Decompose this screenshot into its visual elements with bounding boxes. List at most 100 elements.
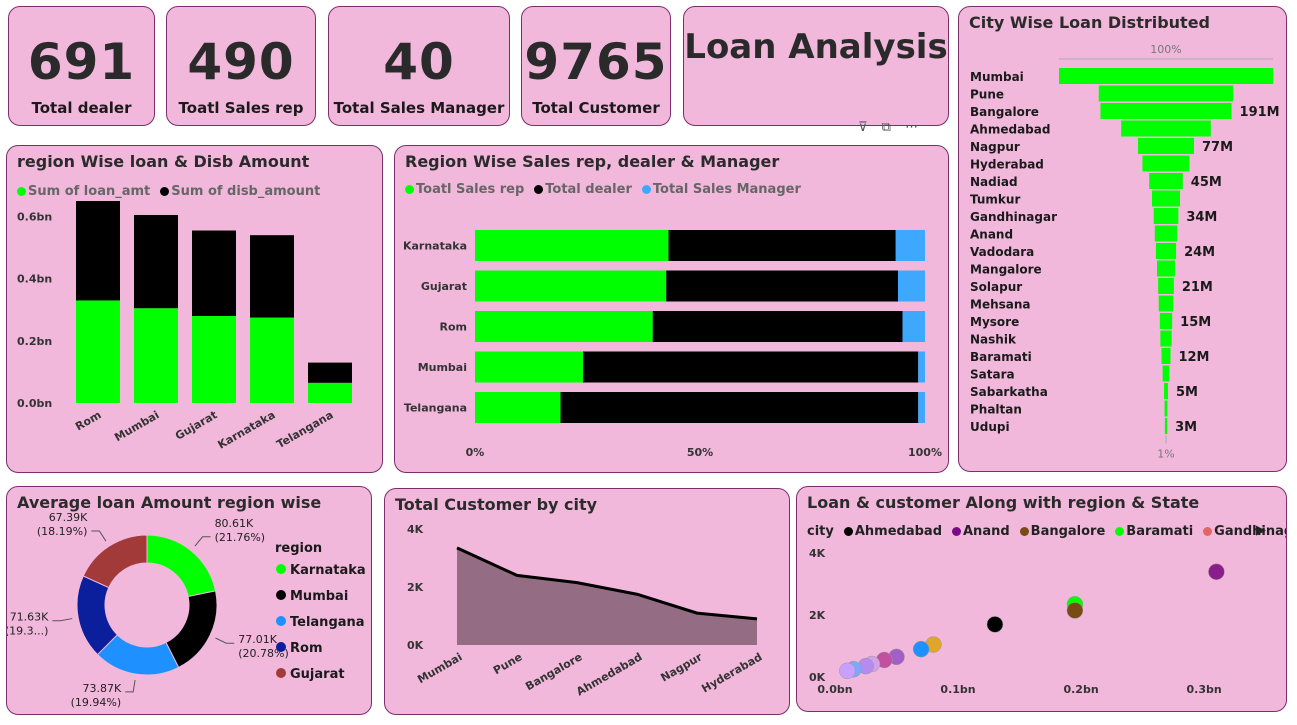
region-sales-chart[interactable]: Karnataka Gujarat Rom Mumbai Telangana 0% 50% 1… bbox=[395, 146, 949, 473]
legend-dot-icon[interactable] bbox=[276, 616, 286, 626]
legend-dot-icon[interactable] bbox=[276, 590, 286, 600]
scatter-point[interactable] bbox=[1208, 563, 1225, 581]
funnel-bar[interactable] bbox=[1164, 383, 1168, 399]
more-options-icon[interactable]: ⋯ bbox=[905, 120, 918, 135]
funnel-bar[interactable] bbox=[1153, 208, 1179, 224]
funnel-bar[interactable] bbox=[1160, 330, 1172, 347]
region-loan-chart[interactable]: 0.0bn 0.2bn 0.4bn 0.6bn Rom Mumbai GujaratKarn… bbox=[7, 146, 383, 473]
bar-segment[interactable] bbox=[76, 201, 120, 301]
avg-loan-donut-card[interactable]: Average loan Amount region wise 80.61K (2… bbox=[6, 486, 372, 715]
funnel-bar[interactable] bbox=[1100, 103, 1232, 119]
funnel-bar[interactable] bbox=[1164, 418, 1168, 434]
kpi-card-total-dealer[interactable]: 691 Total dealer bbox=[8, 6, 155, 126]
bar-segment[interactable] bbox=[668, 230, 896, 261]
filter-icon[interactable]: ⊽ bbox=[858, 120, 868, 135]
kpi-card-total-sales-rep[interactable]: 490 Toatl Sales rep bbox=[166, 6, 316, 126]
bar-segment[interactable] bbox=[308, 382, 352, 403]
focus-mode-icon[interactable]: ⧉ bbox=[882, 120, 891, 135]
funnel-bar[interactable] bbox=[1137, 138, 1195, 154]
bar-segment[interactable] bbox=[250, 235, 294, 318]
funnel-bar[interactable] bbox=[1158, 295, 1174, 312]
bar-segment[interactable] bbox=[76, 300, 120, 403]
bar-segment[interactable] bbox=[475, 230, 669, 261]
donut-leader-line[interactable] bbox=[52, 618, 73, 622]
city-funnel-chart[interactable]: 100% Mumbai Pune Bangalore 191M Ahmedabad Nagp… bbox=[959, 7, 1287, 472]
funnel-bar[interactable] bbox=[1158, 278, 1174, 294]
funnel-category-label: Sabarkatha bbox=[970, 385, 1048, 399]
avg-loan-donut-chart[interactable]: 80.61K(21.76%)77.01K(20.78%)73.87K(19.94… bbox=[7, 487, 372, 715]
kpi-value: 490 bbox=[187, 33, 295, 91]
funnel-data-label: 24M bbox=[1184, 245, 1215, 260]
bar-segment[interactable] bbox=[134, 308, 178, 403]
dashboard-title-card: Loan Analysis bbox=[683, 6, 949, 126]
bar-segment[interactable] bbox=[560, 392, 919, 423]
scatter-point[interactable] bbox=[1066, 602, 1084, 619]
bar-segment[interactable] bbox=[475, 392, 561, 423]
legend-dot-icon[interactable] bbox=[276, 668, 286, 678]
bar-segment[interactable] bbox=[134, 214, 178, 309]
legend-dot-icon[interactable] bbox=[276, 642, 286, 652]
donut-leader-line[interactable] bbox=[194, 536, 211, 547]
bar-segment[interactable] bbox=[652, 311, 903, 342]
funnel-bar[interactable] bbox=[1157, 260, 1175, 277]
donut-leader-line[interactable] bbox=[125, 679, 136, 693]
scatter-point[interactable] bbox=[912, 640, 930, 658]
funnel-category-label: Phaltan bbox=[970, 403, 1022, 417]
bar-segment[interactable] bbox=[475, 270, 667, 302]
legend-title: region bbox=[275, 541, 322, 556]
funnel-bar[interactable] bbox=[1159, 313, 1173, 329]
bar-segment[interactable] bbox=[192, 230, 236, 316]
bar-segment[interactable] bbox=[475, 351, 583, 383]
funnel-bar[interactable] bbox=[1098, 85, 1234, 102]
scatter-point[interactable] bbox=[986, 616, 1004, 633]
funnel-bar[interactable] bbox=[1121, 120, 1211, 137]
donut-slice[interactable] bbox=[82, 534, 148, 589]
y-tick-label: 4K bbox=[407, 523, 424, 536]
funnel-bottom-label: 1% bbox=[1157, 448, 1174, 461]
funnel-bar[interactable] bbox=[1164, 400, 1168, 417]
funnel-bar[interactable] bbox=[1161, 348, 1171, 364]
bar-segment[interactable] bbox=[918, 392, 925, 423]
bar-segment[interactable] bbox=[898, 270, 925, 302]
funnel-bar[interactable] bbox=[1151, 190, 1181, 207]
funnel-category-label: Nagpur bbox=[970, 140, 1020, 154]
bar-segment[interactable] bbox=[250, 317, 294, 403]
donut-leader-line[interactable] bbox=[215, 637, 235, 644]
region-sales-card[interactable]: Region Wise Sales rep, dealer & Manager … bbox=[394, 145, 949, 473]
area-fill[interactable] bbox=[457, 547, 757, 645]
region-loan-card[interactable]: region Wise loan & Disb Amount Sum of lo… bbox=[6, 145, 383, 473]
kpi-value: 9765 bbox=[524, 33, 668, 91]
kpi-card-total-sales-manager[interactable]: 40 Total Sales Manager bbox=[328, 6, 510, 126]
funnel-bar[interactable] bbox=[1162, 365, 1170, 382]
bar-segment[interactable] bbox=[308, 362, 352, 383]
donut-data-label: 71.63K bbox=[10, 611, 49, 624]
customer-area-chart[interactable]: 0K2K4KMumbai PuneBangaloreAhmedabad Nagpur… bbox=[385, 489, 790, 715]
donut-slice[interactable] bbox=[146, 534, 217, 598]
loan-customer-scatter-chart[interactable]: 0K2K4K0.0bn 0.1bn 0.2bn 0.3bn bbox=[797, 487, 1287, 712]
bar-segment[interactable] bbox=[902, 311, 926, 342]
bar-segment[interactable] bbox=[895, 230, 925, 261]
donut-leader-line[interactable] bbox=[91, 530, 107, 542]
bar-segment[interactable] bbox=[192, 315, 236, 403]
funnel-bar[interactable] bbox=[1154, 225, 1178, 242]
bar-segment[interactable] bbox=[918, 351, 925, 383]
scatter-point[interactable] bbox=[839, 662, 856, 680]
city-loan-funnel-card[interactable]: City Wise Loan Distributed 100% Mumbai Pun… bbox=[958, 6, 1287, 472]
donut-slice[interactable] bbox=[165, 590, 218, 669]
kpi-card-total-customer[interactable]: 9765 Total Customer bbox=[521, 6, 671, 126]
x-tick-label: Mumbai bbox=[415, 650, 464, 686]
funnel-bar[interactable] bbox=[1059, 68, 1273, 84]
legend-label: Gujarat bbox=[290, 667, 345, 682]
x-tick-label: Rom bbox=[73, 408, 103, 433]
funnel-bar[interactable] bbox=[1142, 155, 1190, 172]
loan-customer-scatter-card[interactable]: Loan & customer Along with region & Stat… bbox=[796, 486, 1287, 712]
funnel-category-label: Mangalore bbox=[970, 263, 1042, 277]
funnel-bar[interactable] bbox=[1155, 243, 1177, 259]
bar-segment[interactable] bbox=[666, 270, 898, 302]
customer-area-card[interactable]: Total Customer by city 0K 2K 4K Mumbai Pune B… bbox=[384, 488, 790, 715]
funnel-category-label: Mumbai bbox=[970, 70, 1024, 84]
bar-segment[interactable] bbox=[583, 351, 919, 383]
funnel-bar[interactable] bbox=[1149, 173, 1183, 189]
bar-segment[interactable] bbox=[475, 311, 653, 342]
legend-dot-icon[interactable] bbox=[276, 564, 286, 574]
